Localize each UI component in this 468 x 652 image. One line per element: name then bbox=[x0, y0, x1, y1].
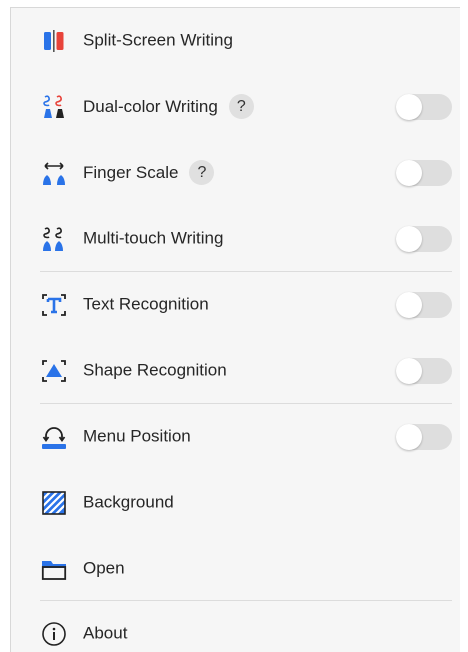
folder-icon bbox=[40, 555, 68, 583]
split-screen-icon bbox=[40, 27, 68, 55]
menu-item-split-screen-writing[interactable]: Split-Screen Writing bbox=[11, 8, 460, 74]
menu-item-label: Menu Position bbox=[83, 426, 191, 446]
menu-item-label: About bbox=[83, 623, 128, 643]
toggle-knob bbox=[396, 424, 422, 450]
help-button[interactable]: ? bbox=[189, 160, 215, 185]
info-icon bbox=[40, 620, 68, 648]
toggle-knob bbox=[396, 292, 422, 318]
background-icon bbox=[40, 489, 68, 517]
text-recognition-icon bbox=[40, 291, 68, 319]
menu-item-background[interactable]: Background bbox=[11, 470, 460, 536]
shape-recognition-icon bbox=[40, 357, 68, 385]
menu-item-label: Dual-color Writing ? bbox=[83, 94, 254, 119]
menu-item-label: Open bbox=[83, 558, 125, 578]
menu-item-label: Multi-touch Writing bbox=[83, 228, 224, 248]
dual-color-toggle[interactable] bbox=[396, 94, 452, 120]
menu-position-icon bbox=[40, 423, 68, 451]
menu-item-label: Split-Screen Writing bbox=[83, 30, 233, 50]
dual-color-icon bbox=[40, 93, 68, 121]
menu-item-label: Text Recognition bbox=[83, 294, 209, 314]
menu-item-multi-touch-writing[interactable]: Multi-touch Writing bbox=[11, 206, 460, 272]
multi-touch-icon bbox=[40, 225, 68, 253]
side-menu: Split-Screen Writing Dual-color Writing … bbox=[10, 7, 460, 652]
toggle-knob bbox=[396, 160, 422, 186]
shape-recognition-toggle[interactable] bbox=[396, 358, 452, 384]
finger-scale-toggle[interactable] bbox=[396, 160, 452, 186]
text-recognition-toggle[interactable] bbox=[396, 292, 452, 318]
menu-item-dual-color-writing[interactable]: Dual-color Writing ? bbox=[11, 74, 460, 140]
menu-item-text-recognition[interactable]: Text Recognition bbox=[11, 272, 460, 338]
help-button[interactable]: ? bbox=[228, 94, 254, 119]
toggle-knob bbox=[396, 358, 422, 384]
menu-item-open[interactable]: Open bbox=[11, 536, 460, 602]
toggle-knob bbox=[396, 226, 422, 252]
menu-position-toggle[interactable] bbox=[396, 424, 452, 450]
menu-item-about[interactable]: About bbox=[11, 601, 460, 652]
menu-item-menu-position[interactable]: Menu Position bbox=[11, 404, 460, 470]
menu-item-label: Finger Scale ? bbox=[83, 160, 215, 185]
multi-touch-toggle[interactable] bbox=[396, 226, 452, 252]
menu-item-shape-recognition[interactable]: Shape Recognition bbox=[11, 338, 460, 404]
menu-item-label: Background bbox=[83, 492, 174, 512]
menu-item-finger-scale[interactable]: Finger Scale ? bbox=[11, 140, 460, 206]
finger-scale-icon bbox=[40, 159, 68, 187]
menu-item-label: Shape Recognition bbox=[83, 360, 227, 380]
toggle-knob bbox=[396, 94, 422, 120]
